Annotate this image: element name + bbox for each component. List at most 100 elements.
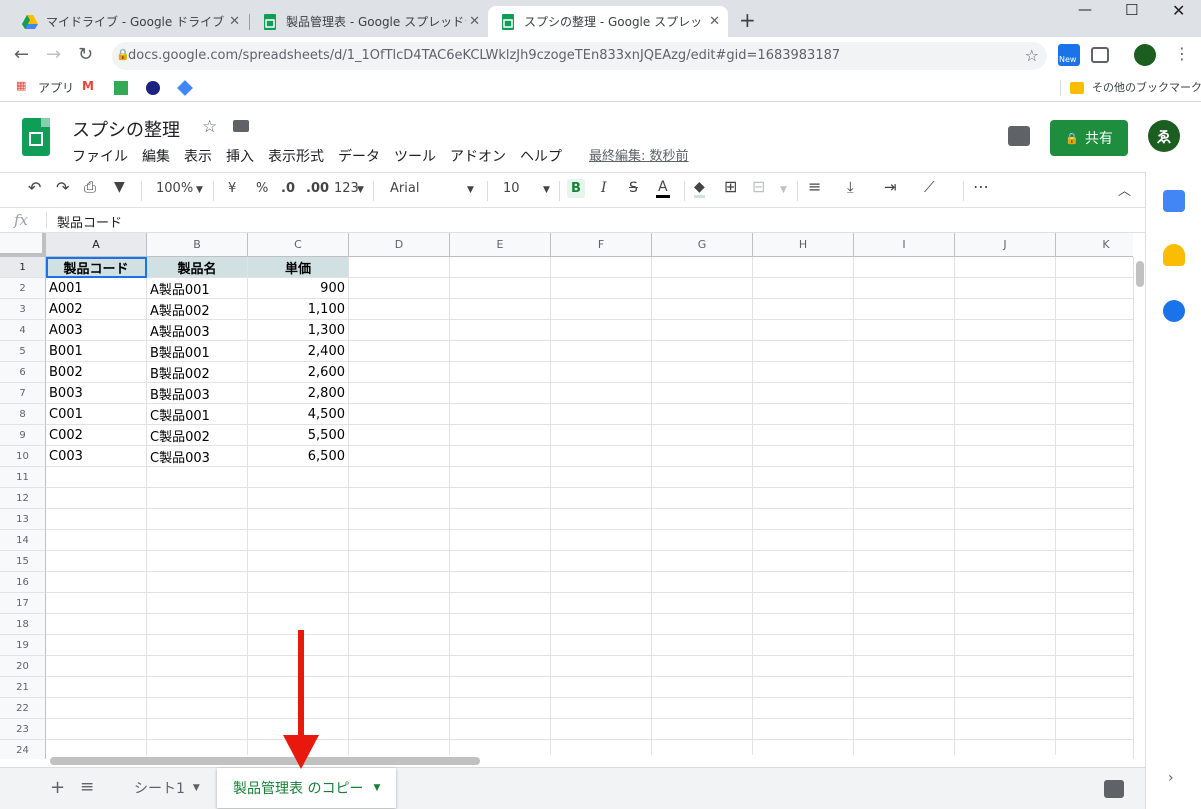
close-icon[interactable]: ✕ xyxy=(709,14,720,29)
cell[interactable] xyxy=(349,719,450,740)
undo-icon[interactable]: ↶ xyxy=(28,178,41,197)
cell[interactable] xyxy=(1056,551,1133,572)
cell[interactable] xyxy=(147,467,248,488)
menu-addons[interactable]: アドオン xyxy=(450,146,506,166)
cell[interactable] xyxy=(248,530,349,551)
paint-format-icon[interactable]: ▼ xyxy=(114,179,125,195)
cell[interactable] xyxy=(652,404,753,425)
cell[interactable] xyxy=(652,677,753,698)
cell[interactable] xyxy=(551,719,652,740)
browser-menu-icon[interactable]: ⋮ xyxy=(1174,44,1190,63)
document-title[interactable]: スプシの整理 xyxy=(72,116,180,142)
cell[interactable]: C003 xyxy=(46,446,147,467)
cell[interactable] xyxy=(147,677,248,698)
cell[interactable]: B製品001 xyxy=(147,341,248,362)
cell[interactable] xyxy=(955,593,1056,614)
row-header-21[interactable]: 21 xyxy=(0,677,46,698)
cell[interactable] xyxy=(1056,278,1133,299)
row-header-23[interactable]: 23 xyxy=(0,719,46,740)
row-header-10[interactable]: 10 xyxy=(0,446,46,467)
cell[interactable] xyxy=(450,383,551,404)
cell[interactable] xyxy=(349,698,450,719)
cell[interactable] xyxy=(450,467,551,488)
strikethrough-button[interactable]: S xyxy=(629,180,638,196)
extension-new-icon[interactable]: New xyxy=(1058,44,1080,66)
column-header-i[interactable]: I xyxy=(854,233,955,257)
vertical-align-icon[interactable]: ⤓ xyxy=(847,178,854,196)
cell[interactable] xyxy=(854,278,955,299)
bookmark-other[interactable]: その他のブックマーク xyxy=(1092,79,1201,95)
row-header-13[interactable]: 13 xyxy=(0,509,46,530)
cell[interactable] xyxy=(147,509,248,530)
cell[interactable] xyxy=(450,698,551,719)
row-header-22[interactable]: 22 xyxy=(0,698,46,719)
maps-icon[interactable] xyxy=(114,81,128,95)
cell[interactable] xyxy=(955,467,1056,488)
cell[interactable] xyxy=(753,719,854,740)
cell[interactable] xyxy=(753,530,854,551)
cell[interactable] xyxy=(450,656,551,677)
cell[interactable] xyxy=(652,551,753,572)
cell[interactable] xyxy=(652,572,753,593)
cell[interactable] xyxy=(349,278,450,299)
row-header-11[interactable]: 11 xyxy=(0,467,46,488)
row-header-2[interactable]: 2 xyxy=(0,278,46,299)
close-icon[interactable]: ✕ xyxy=(469,14,480,29)
cell[interactable] xyxy=(349,341,450,362)
cell[interactable] xyxy=(551,404,652,425)
borders-icon[interactable]: ⊞ xyxy=(724,177,737,196)
row-header-16[interactable]: 16 xyxy=(0,572,46,593)
select-all-corner[interactable] xyxy=(0,233,46,257)
cell[interactable] xyxy=(955,425,1056,446)
cell[interactable] xyxy=(450,404,551,425)
cell[interactable] xyxy=(1056,362,1133,383)
cell[interactable] xyxy=(551,278,652,299)
font-size-select[interactable]: 10 xyxy=(503,181,520,196)
cell[interactable] xyxy=(1056,635,1133,656)
cell[interactable] xyxy=(450,677,551,698)
cell[interactable] xyxy=(753,257,854,278)
cell[interactable] xyxy=(248,572,349,593)
cell[interactable] xyxy=(349,362,450,383)
bookmark-cube-icon[interactable] xyxy=(177,80,193,96)
cell[interactable] xyxy=(349,509,450,530)
sheet-tab-copy[interactable]: 製品管理表 のコピー ▼ xyxy=(217,768,397,808)
formula-input[interactable]: 製品コード xyxy=(57,212,122,231)
cell[interactable] xyxy=(854,635,955,656)
cell[interactable] xyxy=(551,656,652,677)
fill-color-icon[interactable]: ◆ xyxy=(694,179,705,198)
cell[interactable] xyxy=(147,530,248,551)
cell[interactable]: A製品002 xyxy=(147,299,248,320)
cell[interactable]: 6,500 xyxy=(248,446,349,467)
cell[interactable]: 5,500 xyxy=(248,425,349,446)
cell[interactable] xyxy=(1056,614,1133,635)
percent-button[interactable]: % xyxy=(256,181,268,196)
cell[interactable]: B製品003 xyxy=(147,383,248,404)
cell[interactable] xyxy=(248,551,349,572)
cell[interactable] xyxy=(551,614,652,635)
cell[interactable] xyxy=(551,467,652,488)
star-icon[interactable]: ☆ xyxy=(202,117,217,137)
cell[interactable] xyxy=(551,425,652,446)
cell[interactable] xyxy=(854,467,955,488)
cell[interactable] xyxy=(551,299,652,320)
cell[interactable] xyxy=(1056,341,1133,362)
cell[interactable] xyxy=(854,698,955,719)
cell[interactable] xyxy=(349,614,450,635)
menu-edit[interactable]: 編集 xyxy=(142,146,170,166)
cell[interactable] xyxy=(1056,698,1133,719)
cell[interactable]: 1,100 xyxy=(248,299,349,320)
cell[interactable] xyxy=(753,425,854,446)
cell[interactable] xyxy=(652,425,753,446)
menu-format[interactable]: 表示形式 xyxy=(268,146,324,166)
cell[interactable] xyxy=(854,530,955,551)
collapse-menu-icon[interactable]: ︿ xyxy=(1118,180,1131,199)
cell[interactable] xyxy=(1056,656,1133,677)
cell[interactable] xyxy=(46,719,147,740)
last-edit-link[interactable]: 最終編集: 数秒前 xyxy=(589,145,689,164)
cell[interactable] xyxy=(955,257,1056,278)
column-header-c[interactable]: C xyxy=(248,233,349,257)
cell[interactable] xyxy=(854,362,955,383)
cell[interactable]: C製品002 xyxy=(147,425,248,446)
cell[interactable] xyxy=(46,593,147,614)
